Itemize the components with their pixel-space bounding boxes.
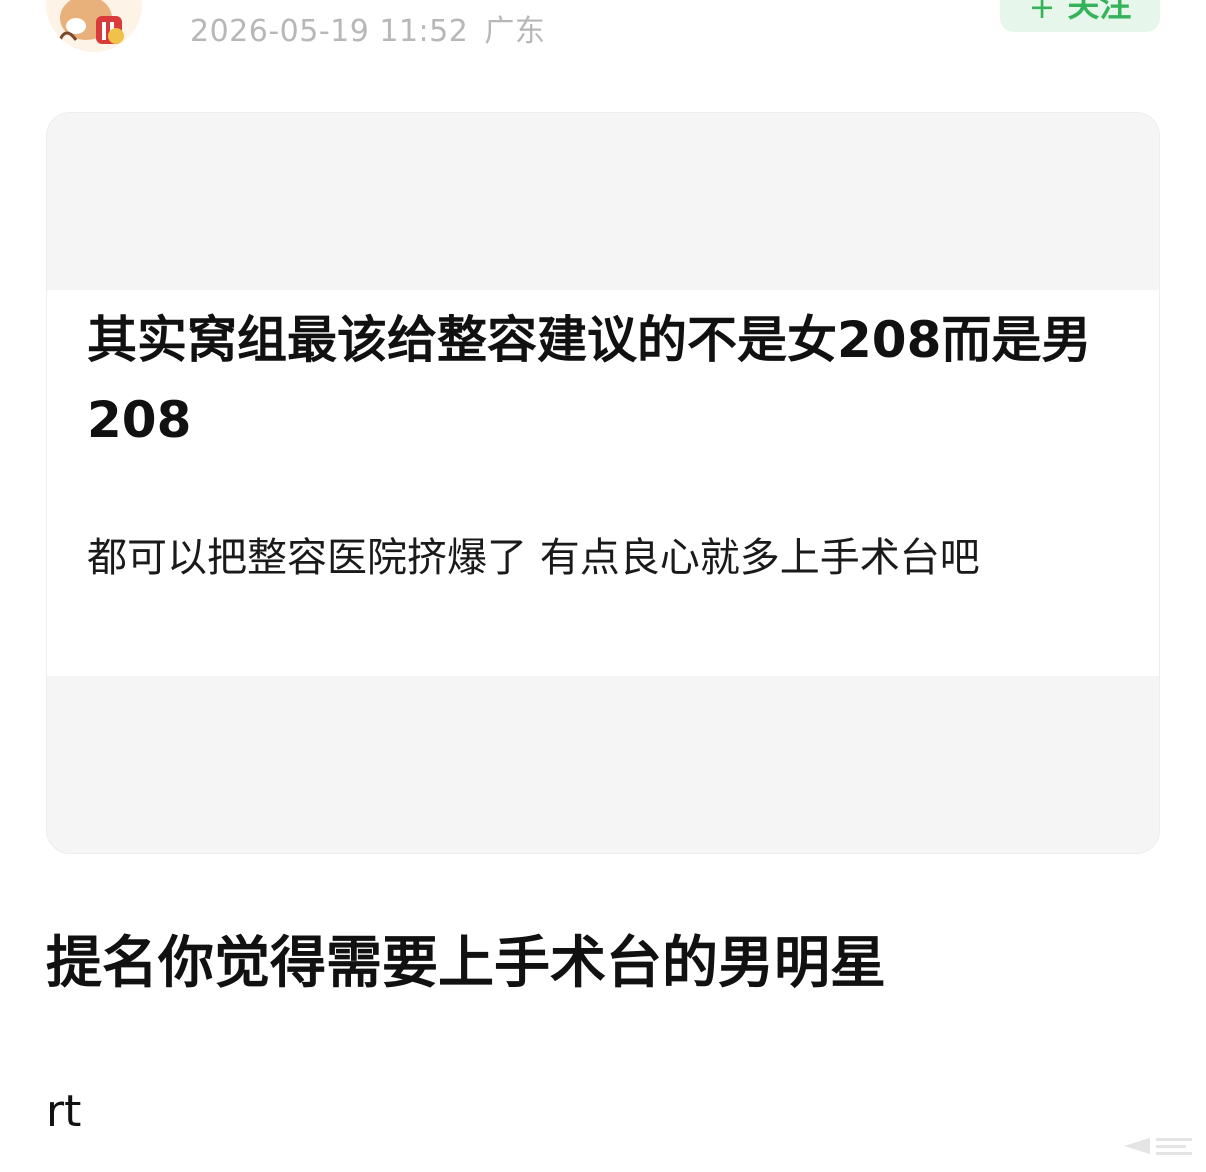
follow-button[interactable]: + 关注	[1000, 0, 1160, 32]
image-card-subline: 都可以把整容医院挤爆了 有点良心就多上手术台吧	[87, 535, 980, 581]
post-page: 2026-05-19 11:52 广东 + 关注 其实窝组最该给整容建议的不是女20…	[0, 0, 1206, 1172]
post-location: 广东	[484, 14, 546, 49]
image-card-headline: 其实窝组最该给整容建议的不是女208而是男208	[87, 311, 1092, 449]
post-title: 提名你觉得需要上手术台的男明星	[46, 931, 886, 996]
follow-button-label: 关注	[1067, 0, 1132, 24]
post-meta: 2026-05-19 11:52 广东	[190, 6, 545, 50]
post-timestamp: 2026-05-19 11:52	[190, 14, 469, 49]
image-card-content: 其实窝组最该给整容建议的不是女208而是男208 都可以把整容医院挤爆了 有点良…	[47, 290, 1159, 676]
post-body: rt	[46, 1086, 82, 1137]
watermark-icon	[1120, 1126, 1198, 1166]
image-card[interactable]: 其实窝组最该给整容建议的不是女208而是男208 都可以把整容医院挤爆了 有点良…	[46, 112, 1160, 854]
user-avatar[interactable]	[46, 0, 142, 52]
cartoon-avatar-icon	[46, 0, 142, 52]
plus-icon: +	[1028, 0, 1056, 26]
